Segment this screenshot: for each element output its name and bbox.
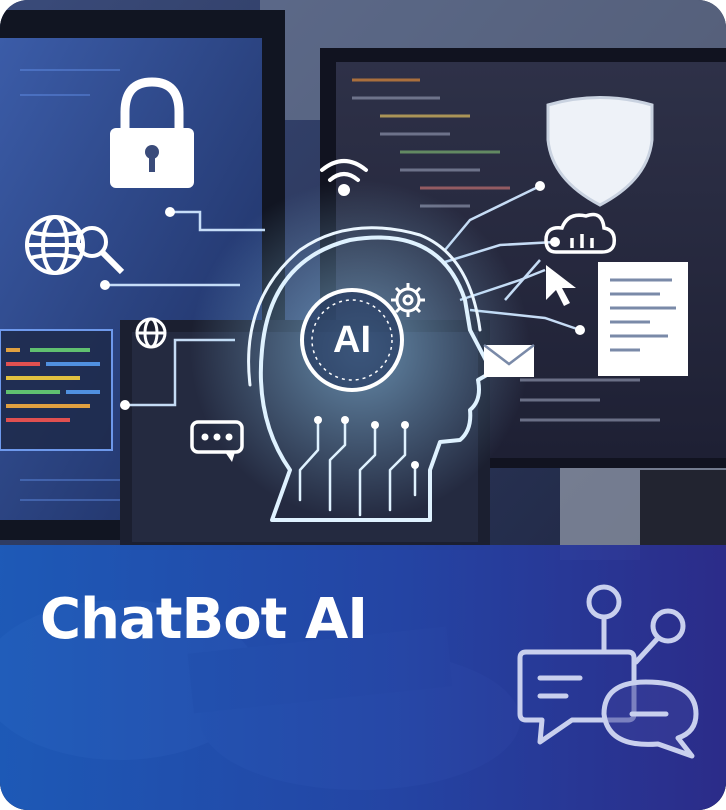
envelope-icon (483, 344, 535, 377)
chat-network-icon (517, 584, 699, 759)
chatbot-ai-card[interactable]: AI ChatBot AI (0, 0, 726, 810)
ai-label: AI (333, 319, 371, 361)
card-title: ChatBot AI (40, 587, 368, 652)
document-icon (598, 262, 688, 376)
